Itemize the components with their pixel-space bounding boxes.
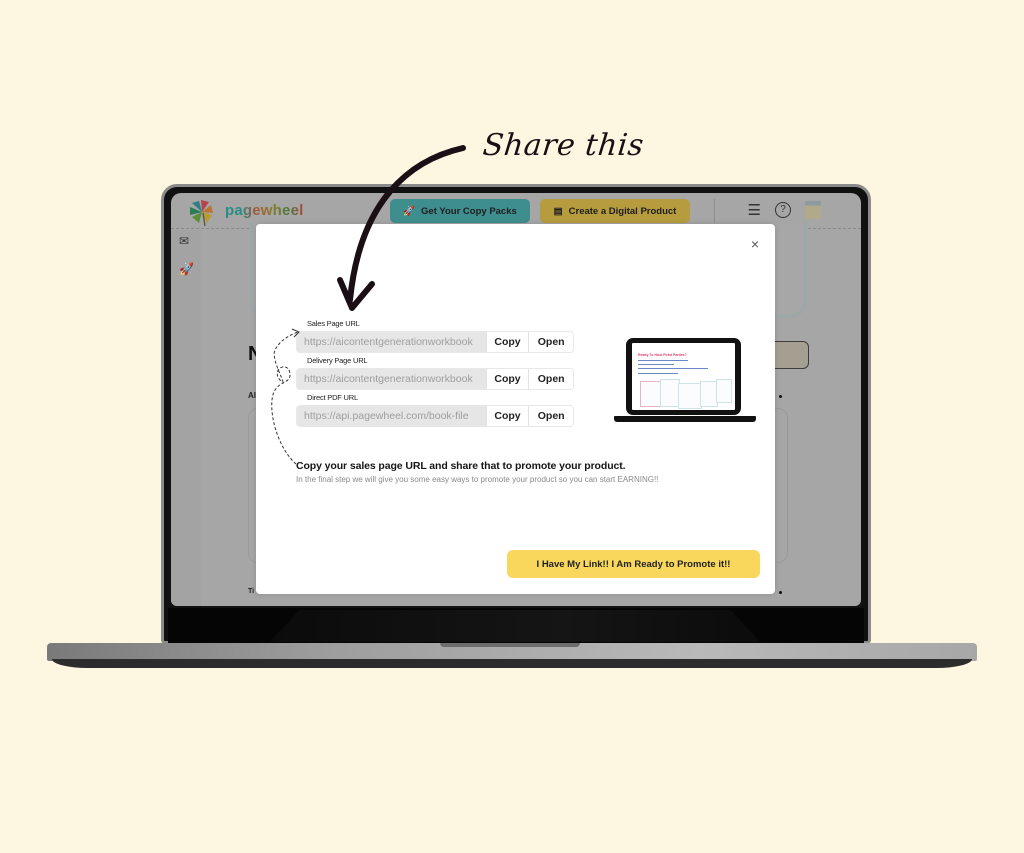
calendar-icon[interactable]: [805, 201, 821, 219]
preview-worksheet: [716, 379, 732, 403]
preview-page: Ready To Host Point Parties?: [632, 343, 735, 410]
preview-laptop-base: [614, 416, 756, 422]
help-icon[interactable]: ?: [775, 202, 791, 218]
mail-icon[interactable]: ✉: [179, 234, 189, 248]
direct-pdf-url-group: Direct PDF URL Copy Open: [296, 393, 574, 427]
background-dot: [779, 591, 782, 594]
direct-pdf-url-input[interactable]: [297, 406, 486, 426]
background-dot: [779, 395, 782, 398]
delivery-page-open-button[interactable]: Open: [528, 369, 573, 389]
share-this-annotation: Share this: [481, 128, 646, 163]
delivery-page-url-label: Delivery Page URL: [307, 356, 368, 365]
sales-page-url-label: Sales Page URL: [307, 319, 360, 328]
preview-title: Ready To Host Point Parties?: [638, 353, 687, 357]
direct-pdf-url-row: Copy Open: [296, 405, 574, 427]
sales-page-copy-button[interactable]: Copy: [485, 332, 529, 352]
rocket-icon: 🚀: [403, 205, 416, 217]
background-subheading: Al: [248, 391, 256, 400]
delivery-page-url-row: Copy Open: [296, 368, 574, 390]
rocket-icon[interactable]: 🚀: [179, 262, 194, 276]
laptop-notch: [440, 643, 580, 647]
get-copy-packs-button[interactable]: 🚀 Get Your Copy Packs: [390, 199, 530, 223]
share-links-modal: × Sales Page URL Copy Open Delivery Page…: [256, 224, 775, 594]
preview-worksheet: [640, 381, 662, 407]
ready-to-promote-button[interactable]: I Have My Link!! I Am Ready to Promote i…: [507, 550, 760, 578]
document-icon: ▤: [553, 205, 563, 217]
direct-pdf-open-button[interactable]: Open: [528, 406, 573, 426]
direct-pdf-url-label: Direct PDF URL: [307, 393, 358, 402]
sales-page-url-input[interactable]: [297, 332, 486, 352]
delivery-page-url-group: Delivery Page URL Copy Open: [296, 356, 574, 390]
preview-line: [638, 368, 708, 369]
instruction-message: Copy your sales page URL and share that …: [296, 460, 626, 472]
sales-page-open-button[interactable]: Open: [528, 332, 573, 352]
sidebar: ✉ 🚀: [171, 230, 201, 606]
create-digital-product-button[interactable]: ▤ Create a Digital Product: [540, 199, 690, 223]
header-icons: ☰ ?: [748, 201, 821, 219]
direct-pdf-copy-button[interactable]: Copy: [485, 406, 529, 426]
product-preview-image: Ready To Host Point Parties?: [614, 336, 756, 424]
close-icon[interactable]: ×: [747, 236, 763, 252]
background-footer-text: Ti: [248, 588, 255, 595]
delivery-page-copy-button[interactable]: Copy: [485, 369, 529, 389]
sales-page-url-row: Copy Open: [296, 331, 574, 353]
sales-page-url-group: Sales Page URL Copy Open: [296, 319, 574, 353]
preview-worksheet: [660, 379, 680, 407]
delivery-page-url-input[interactable]: [297, 369, 486, 389]
laptop-keyboard: [270, 610, 760, 642]
preview-laptop-screen: Ready To Host Point Parties?: [626, 338, 741, 415]
preview-line: [638, 360, 688, 361]
preview-line: [638, 364, 674, 365]
laptop-base-bottom: [52, 659, 972, 668]
preview-worksheet: [678, 383, 702, 409]
list-icon[interactable]: ☰: [748, 201, 761, 219]
instruction-submessage: In the final step we will give you some …: [296, 475, 659, 484]
logo-text: pagewheel: [225, 202, 304, 219]
preview-line: [638, 373, 678, 374]
header-divider: [714, 199, 715, 225]
pinwheel-logo-icon: [190, 200, 213, 227]
